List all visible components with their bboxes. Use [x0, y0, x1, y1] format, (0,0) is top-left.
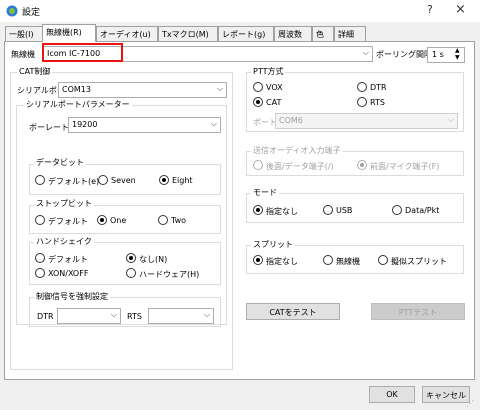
- ptt-port-select[interactable]: COM6 ⌵: [275, 113, 458, 129]
- split-rig-radio[interactable]: [323, 255, 333, 265]
- handshake-hardware-radio[interactable]: [126, 268, 136, 278]
- audio-front-label: 前面/マイク端子(F): [370, 162, 440, 171]
- ptt-rts-label: RTS: [370, 98, 385, 107]
- chevron-down-icon: ⌵: [210, 119, 217, 128]
- split-rig-label: 無線機: [336, 257, 360, 266]
- data-bits-eight-radio[interactable]: [159, 175, 169, 185]
- handshake-none-label: なし(N): [139, 255, 168, 264]
- dtr-label: DTR: [37, 312, 54, 321]
- mode-title: モード: [251, 187, 279, 198]
- tab-colors[interactable]: 色: [312, 26, 334, 41]
- tab-frequencies[interactable]: 周波数: [274, 26, 312, 41]
- mode-none-label: 指定なし: [266, 207, 298, 216]
- audio-rear-label: 後面/データ端子(/): [266, 162, 334, 171]
- cat-title: CAT制御: [17, 66, 53, 77]
- audio-rear-radio[interactable]: [253, 160, 263, 170]
- handshake-default-radio[interactable]: [35, 253, 45, 263]
- audio-front-radio[interactable]: [357, 160, 367, 170]
- handshake-hardware-label: ハードウェア(H): [139, 270, 200, 279]
- mode-none-radio[interactable]: [253, 205, 263, 215]
- handshake-xonxoff-label: XON/XOFF: [48, 269, 89, 278]
- help-button[interactable]: ?: [427, 3, 433, 16]
- ok-button[interactable]: OK: [369, 386, 415, 403]
- spin-down-icon[interactable]: ▼: [455, 54, 460, 61]
- split-fake-label: 擬似スプリット: [391, 257, 447, 266]
- stop-bits-default-radio[interactable]: [35, 215, 45, 225]
- ptt-cat-label: CAT: [266, 98, 282, 107]
- title-bar: [0, 0, 480, 22]
- test-cat-button[interactable]: CATをテスト: [246, 303, 340, 320]
- stop-bits-two-label: Two: [171, 216, 186, 225]
- mode-datapkt-radio[interactable]: [392, 205, 402, 215]
- data-bits-default-label: デフォルト(e): [48, 177, 100, 186]
- data-bits-seven-label: Seven: [111, 176, 136, 185]
- tab-radio[interactable]: 無線機(R): [42, 24, 96, 42]
- polling-spinbox[interactable]: 1 s ▲ ▼: [427, 47, 465, 63]
- ptt-dtr-label: DTR: [370, 83, 387, 92]
- data-bits-title: データビット: [34, 157, 86, 168]
- dtr-select[interactable]: ⌵: [57, 308, 121, 324]
- split-fake-radio[interactable]: [378, 255, 388, 265]
- mode-usb-radio[interactable]: [323, 205, 333, 215]
- handshake-xonxoff-radio[interactable]: [35, 268, 45, 278]
- stop-bits-two-radio[interactable]: [158, 215, 168, 225]
- test-ptt-button[interactable]: PTTテスト: [371, 303, 465, 320]
- tab-general[interactable]: 一般(I): [5, 26, 43, 41]
- rts-label: RTS: [127, 312, 142, 321]
- data-bits-default-radio[interactable]: [35, 175, 45, 185]
- app-icon: [6, 5, 18, 17]
- rig-label: 無線機: [11, 50, 35, 59]
- data-bits-seven-radio[interactable]: [98, 175, 108, 185]
- split-none-radio[interactable]: [253, 255, 263, 265]
- polling-label: ポーリング間隔: [376, 50, 432, 59]
- tab-reporting[interactable]: レポート(g): [218, 26, 274, 41]
- baud-select[interactable]: 19200 ⌵: [68, 117, 221, 133]
- chevron-down-icon: ⌵: [447, 115, 454, 124]
- split-title: スプリット: [251, 239, 295, 250]
- spin-up-icon[interactable]: ▲: [455, 47, 460, 54]
- tab-tx-macros[interactable]: Txマクロ(M): [158, 26, 218, 41]
- serial-port-select[interactable]: COM13 ⌵: [58, 82, 227, 98]
- ptt-port-label: ポート: [253, 118, 277, 127]
- polling-value: 1 s: [432, 50, 444, 59]
- stop-bits-one-label: One: [110, 216, 127, 225]
- chevron-down-icon: ⌵: [110, 310, 117, 319]
- stop-bits-one-radio[interactable]: [97, 215, 107, 225]
- chevron-down-icon: ⌵: [362, 48, 369, 57]
- data-bits-eight-label: Eight: [172, 176, 193, 185]
- baud-label: ボーレート: [29, 123, 69, 132]
- stop-bits-default-label: デフォルト: [48, 217, 88, 226]
- chevron-down-icon: ⌵: [216, 84, 223, 93]
- tab-advanced[interactable]: 詳細: [334, 26, 366, 41]
- ptt-dtr-radio[interactable]: [357, 82, 367, 92]
- handshake-none-radio[interactable]: [126, 253, 136, 263]
- resize-grip-icon[interactable]: ⋰: [466, 399, 474, 408]
- chevron-down-icon: ⌵: [203, 310, 210, 319]
- baud-value: 19200: [72, 120, 98, 129]
- ptt-cat-radio[interactable]: [253, 97, 263, 107]
- audio-source-title: 送信オーディオ入力端子: [251, 145, 343, 156]
- ptt-vox-label: VOX: [266, 83, 283, 92]
- handshake-default-label: デフォルト: [48, 255, 88, 264]
- tab-audio[interactable]: オーディオ(u): [96, 26, 158, 41]
- serial-params-title: シリアルポートパラメーター: [24, 99, 132, 110]
- force-lines-title: 制御信号を強制設定: [34, 291, 110, 302]
- close-button[interactable]: ×: [455, 2, 466, 17]
- ptt-rts-radio[interactable]: [357, 97, 367, 107]
- ptt-port-value: COM6: [279, 116, 303, 125]
- cancel-button[interactable]: キャンセル: [422, 386, 470, 403]
- ptt-title: PTT方式: [251, 66, 286, 77]
- serial-port-value: COM13: [62, 85, 91, 94]
- rts-select[interactable]: ⌵: [148, 308, 214, 324]
- handshake-title: ハンドシェイク: [34, 236, 94, 247]
- mode-usb-label: USB: [336, 206, 353, 215]
- mode-datapkt-label: Data/Pkt: [405, 206, 440, 215]
- stop-bits-title: ストップビット: [34, 198, 94, 209]
- split-none-label: 指定なし: [266, 257, 298, 266]
- window-title: 設定: [22, 8, 41, 18]
- rig-highlight-box: [42, 43, 123, 62]
- ptt-vox-radio[interactable]: [253, 82, 263, 92]
